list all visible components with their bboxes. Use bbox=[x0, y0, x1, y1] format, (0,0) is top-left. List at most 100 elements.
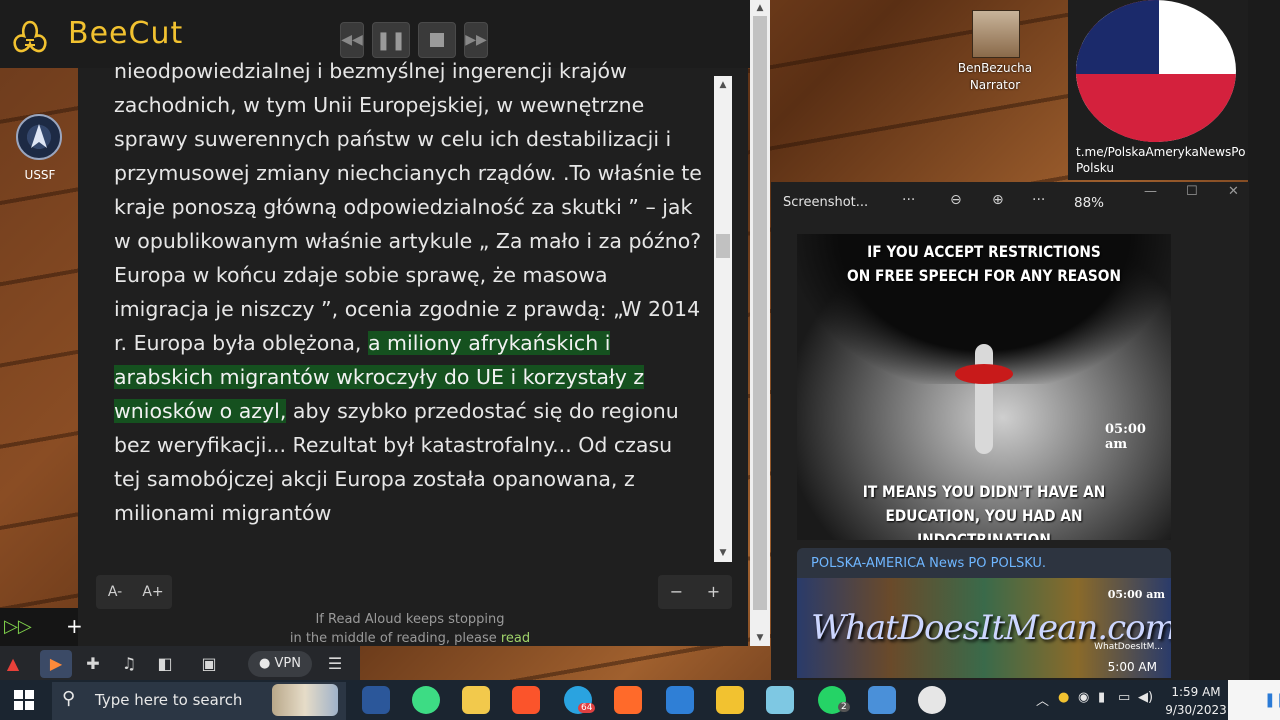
notes-icon[interactable] bbox=[766, 686, 794, 714]
footer-read-link[interactable]: read bbox=[501, 631, 530, 646]
whatsapp-badge: 2 bbox=[838, 702, 850, 712]
right-edge-panel bbox=[1248, 0, 1280, 680]
zoom-out-button[interactable]: − bbox=[658, 575, 695, 609]
profile-name: BenBezucha Narrator bbox=[950, 60, 1040, 94]
rewind-button[interactable]: ◀◀ bbox=[340, 22, 364, 58]
text-before-highlight: nieodpowiedzialnej i bezmyślnej ingerenc… bbox=[114, 59, 702, 355]
thumb-time-bottom: 5:00 AM bbox=[1107, 660, 1157, 674]
meme-top-line-1: IF YOU ACCEPT RESTRICTIONS bbox=[867, 242, 1101, 261]
puzzle-icon[interactable]: ✚ bbox=[80, 652, 106, 676]
zoom-out-icon[interactable]: ⊖ bbox=[950, 192, 962, 208]
viewer-more-button-2[interactable]: ··· bbox=[1032, 192, 1045, 208]
clock-time: 1:59 AM bbox=[1171, 685, 1221, 699]
thumb-small-text: WhatDoesItM... bbox=[1094, 642, 1163, 652]
tray-app-icon[interactable]: ● bbox=[1058, 690, 1069, 705]
meme-bottom-line-2: EDUCATION, YOU HAD AN INDOCTRINATION bbox=[885, 506, 1083, 540]
post-thumbnail[interactable]: WhatDoesItMean.com 05:00 am WhatDoesItM.… bbox=[797, 578, 1171, 678]
beecut-app-name: BeeCut bbox=[68, 16, 184, 51]
reader-scrollbar[interactable]: ▲ ▼ bbox=[714, 76, 732, 562]
profile-name-line-1: BenBezucha bbox=[957, 61, 1033, 75]
sidebar-icon[interactable]: ◧ bbox=[152, 652, 178, 676]
footer-line-2: in the middle of reading, please bbox=[289, 631, 501, 646]
viewer-zoom-level: 88% bbox=[1074, 195, 1105, 211]
pause-indicator-icon: ❚❚ bbox=[1264, 692, 1280, 708]
store-icon[interactable] bbox=[666, 686, 694, 714]
recorder-icon[interactable] bbox=[614, 686, 642, 714]
windows-start-icon[interactable] bbox=[14, 690, 34, 710]
channel-name: POLSKA-AMERICA News PO POLSKU. bbox=[811, 556, 1047, 571]
tray-location-icon[interactable]: ◉ bbox=[1078, 690, 1089, 705]
channel-post-header[interactable]: POLSKA-AMERICA News PO POLSKU. bbox=[797, 548, 1171, 578]
beecut-taskbar-icon[interactable] bbox=[716, 686, 744, 714]
ussf-label: USSF bbox=[24, 168, 56, 182]
wallet-icon[interactable]: ▣ bbox=[196, 652, 222, 676]
forward-button[interactable]: ▶▶ bbox=[464, 22, 488, 58]
page-scroll-down-icon[interactable]: ▼ bbox=[750, 630, 770, 646]
microphone-icon[interactable]: ▮ bbox=[1098, 690, 1105, 705]
vpn-shield-icon: ● bbox=[259, 656, 275, 671]
zoom-in-icon[interactable]: ⊕ bbox=[992, 192, 1004, 208]
network-icon[interactable]: ▭ bbox=[1118, 690, 1130, 705]
stop-icon bbox=[430, 33, 444, 47]
scroll-down-arrow-icon[interactable]: ▼ bbox=[714, 544, 732, 562]
brave-rewards-icon[interactable]: ▲ bbox=[0, 652, 26, 676]
reader-footer-note: If Read Aloud keeps stopping in the midd… bbox=[230, 610, 590, 648]
volume-icon[interactable]: ◀) bbox=[1138, 690, 1153, 705]
meme-time: 05:00 am bbox=[1105, 422, 1146, 452]
notification-area[interactable]: ❚❚ bbox=[1228, 680, 1280, 720]
reader-scroll-thumb[interactable] bbox=[716, 234, 730, 258]
thumb-time-top: 05:00 am bbox=[1107, 588, 1165, 601]
meme-top-line-2: ON FREE SPEECH FOR ANY REASON bbox=[847, 266, 1121, 285]
vpn-button[interactable]: ● VPN bbox=[248, 651, 312, 677]
taskbar-clock[interactable]: 1:59 AM 9/30/2023 bbox=[1160, 683, 1232, 719]
finger-shape bbox=[975, 344, 993, 454]
page-scroll-up-icon[interactable]: ▲ bbox=[750, 0, 770, 16]
word-icon[interactable] bbox=[362, 686, 390, 714]
add-icon[interactable]: + bbox=[66, 614, 83, 638]
close-icon[interactable]: ✕ bbox=[1228, 184, 1239, 199]
menu-icon[interactable]: ☰ bbox=[322, 652, 348, 676]
clock-date: 9/30/2023 bbox=[1165, 703, 1227, 717]
page-scrollbar[interactable]: ▲ ▼ bbox=[750, 0, 770, 646]
search-highlight-icon bbox=[272, 684, 338, 716]
file-explorer-icon[interactable] bbox=[462, 686, 490, 714]
font-increase-button[interactable]: A+ bbox=[134, 575, 172, 609]
bee-logo-icon bbox=[13, 20, 47, 53]
media-player-icon[interactable] bbox=[918, 686, 946, 714]
footer-line-1: If Read Aloud keeps stopping bbox=[315, 612, 505, 627]
zoom-controls: − + bbox=[658, 575, 732, 609]
zoom-in-button[interactable]: + bbox=[695, 575, 732, 609]
photos-icon[interactable] bbox=[868, 686, 896, 714]
profile-name-line-2: Narrator bbox=[969, 78, 1021, 92]
scroll-up-arrow-icon[interactable]: ▲ bbox=[714, 76, 732, 94]
viewer-title: Screenshot... bbox=[783, 195, 869, 210]
brave-icon[interactable] bbox=[512, 686, 540, 714]
meme-top-text: IF YOU ACCEPT RESTRICTIONS ON FREE SPEEC… bbox=[823, 240, 1145, 288]
font-decrease-button[interactable]: A- bbox=[96, 575, 134, 609]
ussf-desktop-icon[interactable] bbox=[16, 114, 62, 160]
reader-text-area[interactable]: nieodpowiedzialnej i bezmyślnej ingerenc… bbox=[114, 58, 702, 562]
media-logo-icon: ▷▷ bbox=[4, 616, 32, 637]
channel-link-line-2: Polsku bbox=[1076, 161, 1114, 175]
telegram-badge: 64 bbox=[578, 703, 596, 713]
ussf-delta-icon bbox=[31, 124, 47, 148]
speaker-extension-icon[interactable]: ▶ bbox=[40, 650, 72, 678]
music-note-icon[interactable]: ♫ bbox=[116, 652, 142, 676]
avatar[interactable] bbox=[972, 10, 1020, 58]
android-icon[interactable] bbox=[412, 686, 440, 714]
viewer-more-button-1[interactable]: ··· bbox=[902, 192, 915, 208]
page-scroll-thumb[interactable] bbox=[753, 16, 767, 610]
channel-link[interactable]: t.me/PolskaAmerykaNewsPo Polsku bbox=[1076, 144, 1246, 176]
vpn-label: VPN bbox=[274, 656, 301, 671]
minimize-icon[interactable]: — bbox=[1144, 184, 1157, 199]
tray-chevron-icon[interactable]: ︿ bbox=[1036, 690, 1049, 709]
forward-icon: ▶▶ bbox=[465, 32, 487, 48]
meme-bottom-text: IT MEANS YOU DIDN'T HAVE AN EDUCATION, Y… bbox=[823, 480, 1145, 540]
maximize-icon[interactable]: ☐ bbox=[1186, 184, 1198, 199]
meme-image[interactable]: IF YOU ACCEPT RESTRICTIONS ON FREE SPEEC… bbox=[797, 234, 1171, 540]
pause-button[interactable]: ❚❚ bbox=[372, 22, 410, 58]
stop-button[interactable] bbox=[418, 22, 456, 58]
font-size-controls: A- A+ bbox=[96, 575, 172, 609]
meme-bottom-line-1: IT MEANS YOU DIDN'T HAVE AN bbox=[862, 482, 1106, 501]
us-poland-flag-icon bbox=[1076, 0, 1236, 142]
